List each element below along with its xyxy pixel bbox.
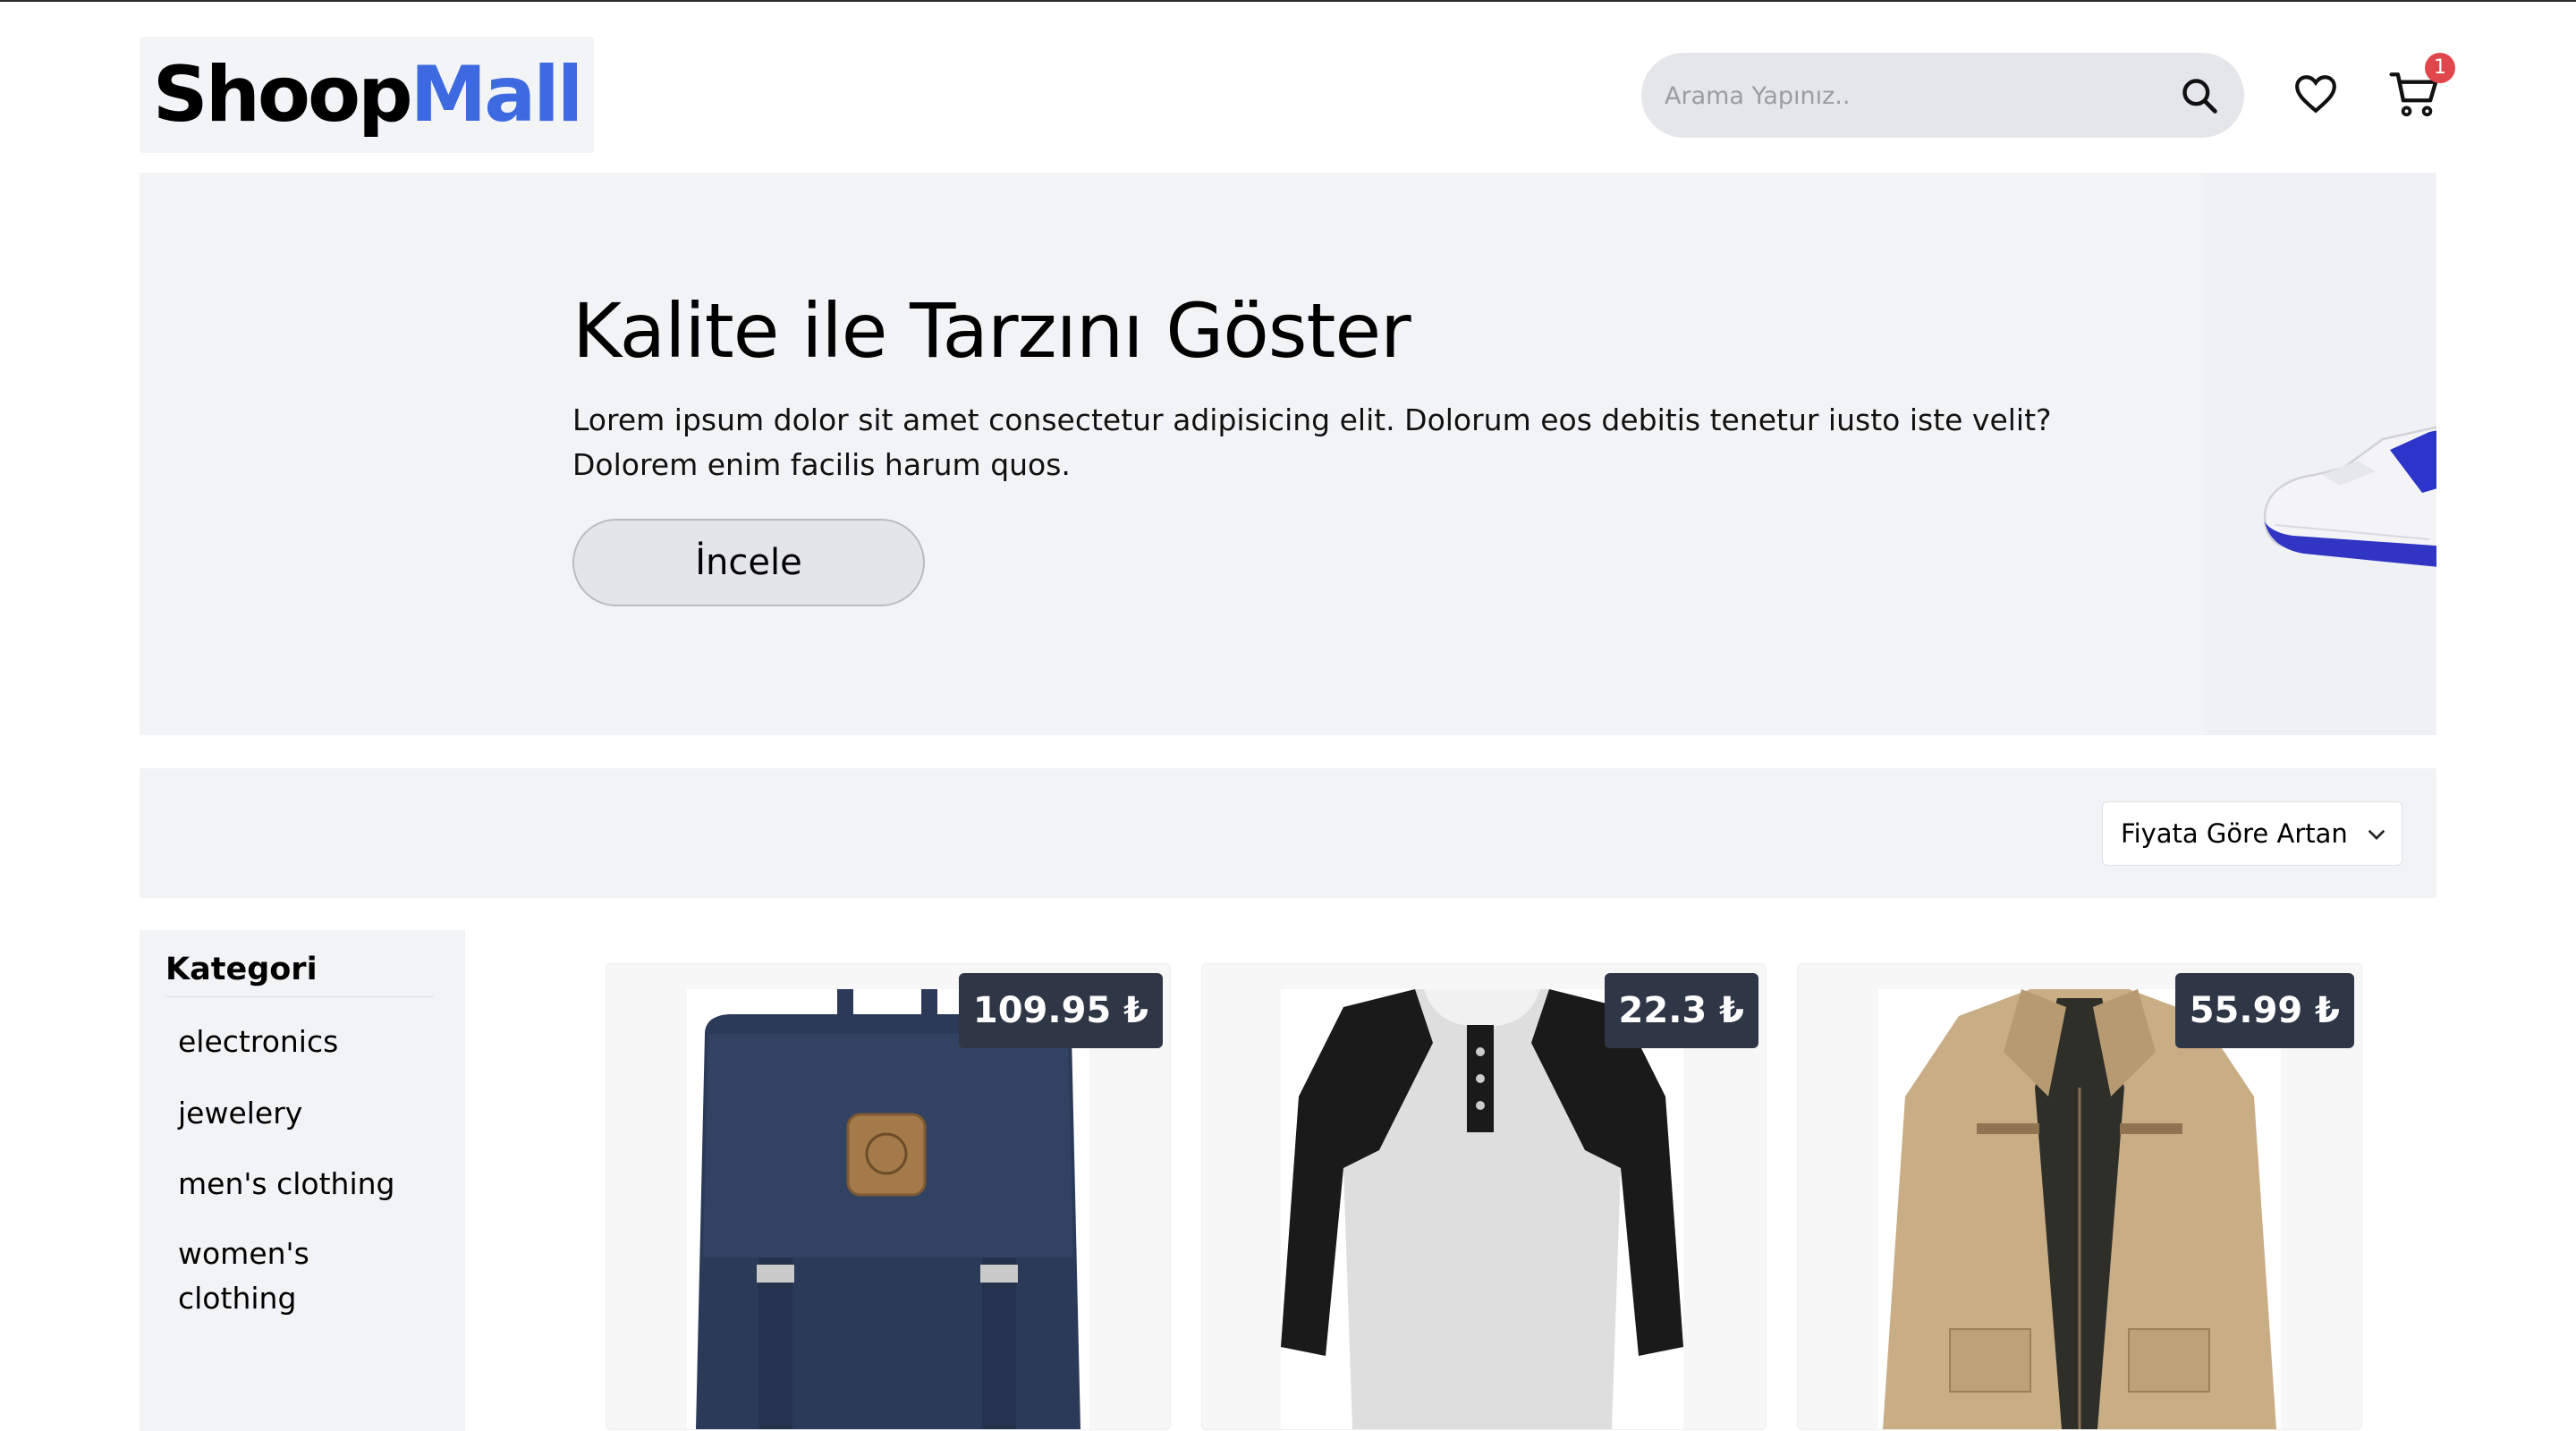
product-price-badge: 22.3 ₺ [1604, 973, 1758, 1048]
sneaker-image [2263, 426, 2436, 567]
search-bar [1641, 53, 2244, 138]
category-sidebar: Kategori electronics jewelery men's clot… [140, 930, 465, 1431]
cart-count-badge: 1 [2425, 53, 2455, 83]
window-top-border [0, 0, 2576, 2]
jacket-image [1878, 989, 2281, 1429]
category-item-jewelery[interactable]: jewelery [178, 1091, 437, 1136]
product-card[interactable]: 22.3 ₺ [1201, 963, 1767, 1430]
hero-banner: Kalite ile Tarzını Göster Lorem ipsum do… [140, 173, 2436, 735]
category-title: Kategori [165, 952, 434, 997]
hero-description: Lorem ipsum dolor sit amet consectetur a… [572, 402, 2052, 482]
product-price-badge: 109.95 ₺ [958, 973, 1163, 1048]
product-price-badge: 55.99 ₺ [2174, 973, 2354, 1048]
inspect-button[interactable]: İncele [572, 519, 925, 606]
product-image-henley[interactable] [1281, 989, 1683, 1429]
logo-text-part1: Shoop [152, 50, 413, 140]
logo-text-part2: Mall [410, 50, 584, 140]
product-image-backpack[interactable] [687, 989, 1089, 1429]
filter-bar: Fiyata Göre Artan [140, 768, 2436, 898]
search-input[interactable] [1663, 71, 2149, 122]
hero-title: Kalite ile Tarzını Göster [572, 287, 1411, 375]
category-item-womens-clothing[interactable]: women's clothing [178, 1232, 357, 1321]
product-card[interactable]: 109.95 ₺ [606, 963, 1171, 1430]
sort-select-value: Fiyata Göre Artan [2121, 818, 2348, 849]
category-item-mens-clothing[interactable]: men's clothing [178, 1162, 437, 1207]
category-item-electronics[interactable]: electronics [178, 1020, 437, 1064]
heart-icon[interactable] [2293, 73, 2338, 114]
logo[interactable]: Shoop Mall [140, 37, 594, 153]
henley-shirt-image [1281, 989, 1683, 1429]
sort-select[interactable]: Fiyata Göre Artan [2102, 801, 2402, 866]
search-icon[interactable] [2180, 76, 2219, 115]
backpack-image [687, 989, 1089, 1429]
product-card[interactable]: 55.99 ₺ [1797, 963, 2362, 1430]
product-image-jacket[interactable] [1878, 989, 2281, 1429]
chevron-down-icon [2368, 829, 2385, 841]
